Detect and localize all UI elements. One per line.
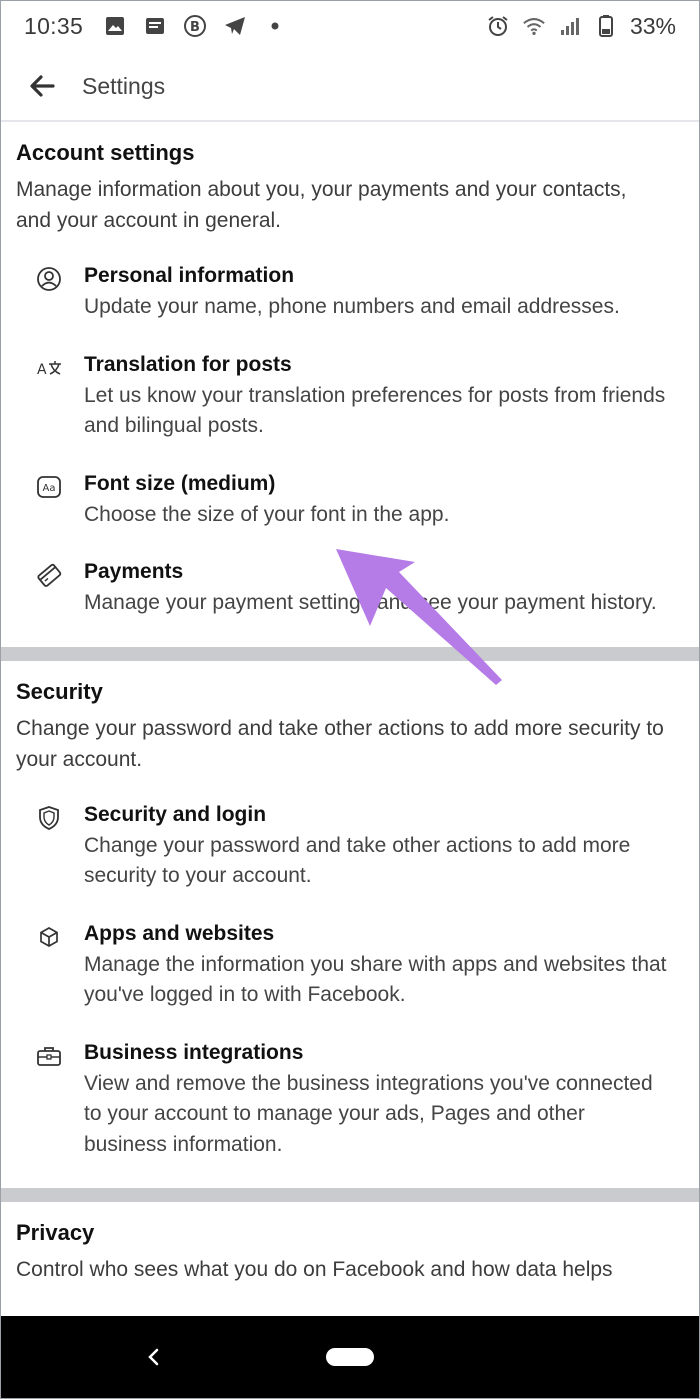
dot-icon xyxy=(263,14,287,38)
section-title: Privacy xyxy=(16,1220,95,1245)
b-circle-icon: B xyxy=(183,14,207,38)
font-size-icon: Aa xyxy=(34,472,64,502)
item-title: Apps and websites xyxy=(84,921,275,945)
nav-back-button[interactable] xyxy=(138,1342,168,1372)
payment-card-icon xyxy=(34,560,64,590)
item-title: Personal information xyxy=(84,264,295,287)
shield-icon xyxy=(34,803,64,833)
item-description: Let us know your translation preferences… xyxy=(84,383,666,438)
battery-icon xyxy=(594,14,618,38)
settings-item-personal-information[interactable]: Personal information Update your name, p… xyxy=(16,262,684,323)
battery-percentage: 33% xyxy=(629,12,676,39)
annotation-arrow xyxy=(336,549,502,685)
section-title: Account settings xyxy=(16,140,195,165)
svg-text:Aa: Aa xyxy=(43,483,56,494)
settings-item-apps-and-websites[interactable]: Apps and websites Manage the information… xyxy=(16,920,684,1011)
item-description: Manage the information you share with ap… xyxy=(84,952,667,1007)
item-description: Choose the size of your font in the app. xyxy=(84,502,450,526)
translate-icon: A xyxy=(34,353,64,383)
item-title: Security and login xyxy=(84,802,267,826)
telegram-icon xyxy=(223,14,247,38)
section-security: Security Change your password and take o… xyxy=(0,660,700,1161)
svg-text:B: B xyxy=(190,20,200,35)
status-system-icons: 33% xyxy=(486,13,676,40)
settings-list: Account settings Manage information abou… xyxy=(0,122,700,1285)
item-title: Business integrations xyxy=(84,1040,304,1064)
section-description: Change your password and take other acti… xyxy=(16,716,664,771)
status-notification-icons: B xyxy=(103,14,287,38)
person-circle-icon xyxy=(34,264,64,294)
section-privacy[interactable]: Privacy Control who sees what you do on … xyxy=(0,1202,700,1285)
settings-item-security-and-login[interactable]: Security and login Change your password … xyxy=(16,801,684,892)
wifi-icon xyxy=(522,14,546,38)
chevron-left-icon xyxy=(148,1348,159,1366)
section-divider xyxy=(0,1188,700,1202)
item-title: Font size (medium) xyxy=(84,471,276,495)
message-icon xyxy=(143,14,167,38)
app-header: Settings xyxy=(0,52,700,122)
gallery-icon xyxy=(103,14,127,38)
svg-text:A: A xyxy=(37,362,47,378)
page-title: Settings xyxy=(82,72,166,99)
signal-icon xyxy=(558,14,582,38)
settings-item-translation-for-posts[interactable]: A Translation for posts Let us know your… xyxy=(16,351,684,442)
system-navigation-bar xyxy=(0,1316,700,1399)
status-time: 10:35 xyxy=(24,12,84,39)
status-bar: 10:35 B 33% xyxy=(0,0,700,52)
nav-home-pill[interactable] xyxy=(326,1348,374,1366)
arrow-left-icon xyxy=(30,75,55,97)
item-description: Update your name, phone numbers and emai… xyxy=(84,295,620,318)
cube-icon xyxy=(34,922,64,952)
back-button[interactable] xyxy=(22,66,62,106)
alarm-icon xyxy=(486,14,510,38)
section-description: Control who sees what you do on Facebook… xyxy=(16,1258,613,1281)
briefcase-icon xyxy=(34,1041,64,1071)
settings-item-font-size[interactable]: Aa Font size (medium) Choose the size of… xyxy=(16,470,684,531)
item-title: Translation for posts xyxy=(84,352,292,376)
settings-item-business-integrations[interactable]: Business integrations View and remove th… xyxy=(16,1039,684,1161)
item-description: View and remove the business integration… xyxy=(84,1071,653,1156)
item-description: Change your password and take other acti… xyxy=(84,833,631,888)
section-description: Manage information about you, your payme… xyxy=(16,178,627,232)
